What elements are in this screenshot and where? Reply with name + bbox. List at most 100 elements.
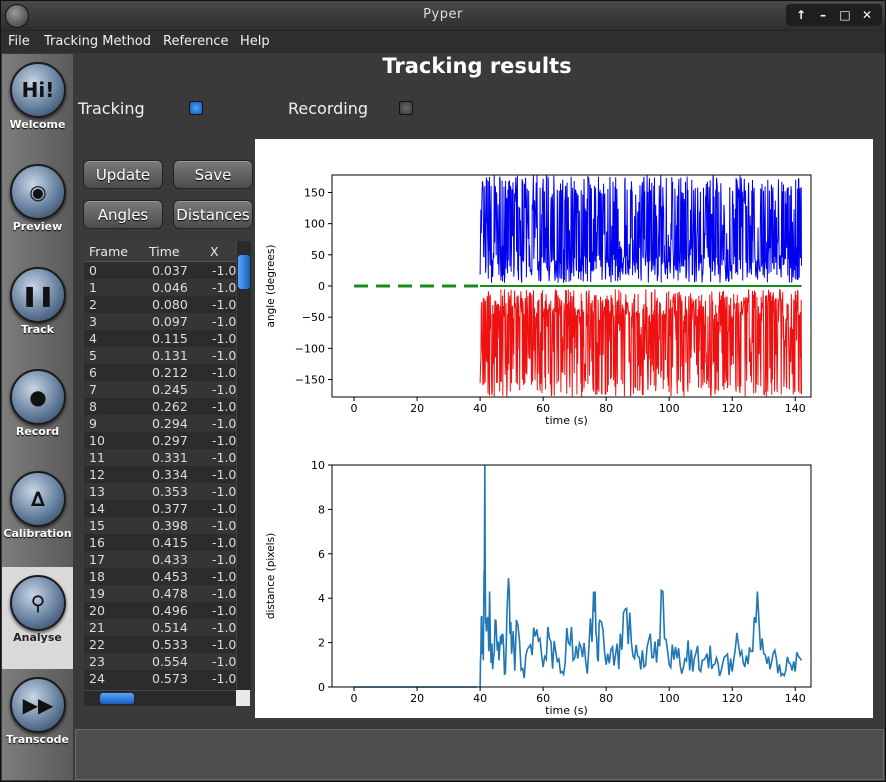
table-row[interactable]: 0 0.037 -1.0 (84, 262, 236, 279)
table-cell: 24 (89, 671, 105, 686)
table-row[interactable]: 10 0.297 -1.0 (84, 432, 236, 449)
distances-button[interactable]: Distances (173, 200, 253, 229)
recording-indicator[interactable] (399, 101, 413, 115)
minimize-icon[interactable]: – (812, 4, 834, 26)
table-cell: 0.478 (152, 586, 188, 601)
table-cell: 2 (89, 297, 97, 312)
table-cell: 0.294 (152, 416, 188, 431)
sidebar-item-track[interactable]: ❚❚ Track (2, 259, 73, 361)
table-horizontal-scrollbar[interactable] (84, 690, 236, 705)
sidebar-item-label: Preview (12, 220, 63, 233)
table-cell: 8 (89, 399, 97, 414)
table-cell: 0.297 (152, 433, 188, 448)
table-row[interactable]: 7 0.245 -1.0 (84, 381, 236, 398)
table-cell: 11 (89, 450, 105, 465)
y-axis-label: distance (pixels) (265, 533, 277, 619)
table-cell: 0.115 (152, 331, 188, 346)
table-cell: -1.0 (212, 382, 237, 397)
tracking-indicator[interactable] (189, 101, 203, 115)
y-tick-label: 0 (318, 280, 325, 293)
table-row[interactable]: 11 0.331 -1.0 (84, 449, 236, 466)
results-table[interactable]: Frame Time X 0 0.037 -1.0 1 0.046 -1.0 2 0.080 -… (84, 241, 250, 706)
close-icon[interactable]: ✕ (856, 4, 878, 26)
menu-file[interactable]: File (8, 34, 30, 49)
table-row[interactable]: 8 0.262 -1.0 (84, 398, 236, 415)
table-vertical-scrollbar[interactable] (236, 241, 251, 689)
table-row[interactable]: 6 0.212 -1.0 (84, 364, 236, 381)
column-header-time[interactable]: Time (149, 244, 180, 259)
table-cell: 12 (89, 467, 105, 482)
sidebar-item-preview[interactable]: ◉ Preview (2, 156, 73, 258)
table-row[interactable]: 3 0.097 -1.0 (84, 313, 236, 330)
table-cell: -1.0 (212, 433, 237, 448)
y-tick-label: −100 (295, 342, 325, 355)
sidebar-item-calibration[interactable]: ∆ Calibration (2, 463, 73, 565)
table-row[interactable]: 21 0.514 -1.0 (84, 619, 236, 636)
charts-svg: 0 20 40 60 80 100 120 140150100500−50−100−150ti… (265, 174, 812, 717)
table-row[interactable]: 1 0.046 -1.0 (84, 279, 236, 296)
table-cell: 0.046 (152, 280, 188, 295)
plot-canvas: 0 20 40 60 80 100 120 140 150 100 50 0 −50 −100 −150 ti… (255, 139, 873, 718)
table-cell: -1.0 (212, 518, 237, 533)
sidebar-item-welcome[interactable]: Hi! Welcome (2, 54, 73, 156)
scroll-thumb[interactable] (238, 255, 250, 289)
keep-above-icon[interactable]: ↑ (790, 4, 812, 26)
table-cell: 4 (89, 331, 97, 346)
table-cell: 0.131 (152, 348, 188, 363)
column-header-frame[interactable]: Frame (89, 244, 128, 259)
table-row[interactable]: 9 0.294 -1.0 (84, 415, 236, 432)
table-row[interactable]: 13 0.353 -1.0 (84, 483, 236, 500)
x-tick-label: 0 (351, 402, 358, 415)
sidebar-item-transcode[interactable]: ▶▶ Transcode (2, 669, 73, 771)
series-line-red (479, 288, 802, 397)
sidebar-item-record[interactable]: ● Record (2, 361, 73, 463)
table-row[interactable]: 5 0.131 -1.0 (84, 347, 236, 364)
menu-reference[interactable]: Reference (163, 34, 228, 49)
table-row[interactable]: 16 0.415 -1.0 (84, 534, 236, 551)
series-line-blue (479, 175, 802, 283)
table-row[interactable]: 24 0.573 -1.0 (84, 670, 236, 687)
y-tick-label: 150 (304, 186, 325, 199)
table-cell: 13 (89, 484, 105, 499)
x-axis-label: time (s) (545, 414, 588, 427)
y-axis-label: angle (degrees) (265, 245, 277, 328)
table-cell: 0.573 (152, 671, 188, 686)
menu-tracking-method[interactable]: Tracking Method (44, 34, 151, 49)
table-row[interactable]: 22 0.533 -1.0 (84, 636, 236, 653)
table-cell: 0.533 (152, 637, 188, 652)
update-button[interactable]: Update (83, 160, 163, 189)
table-row[interactable]: 23 0.554 -1.0 (84, 653, 236, 670)
table-cell: 20 (89, 603, 105, 618)
table-cell: 0.212 (152, 365, 188, 380)
y-tick-label: 4 (318, 592, 325, 605)
table-cell: 22 (89, 637, 105, 652)
column-header-x[interactable]: X (210, 244, 219, 259)
table-row[interactable]: 20 0.496 -1.0 (84, 602, 236, 619)
table-body: 0 0.037 -1.0 1 0.046 -1.0 2 0.080 -1.0 3 0.097 -1.0… (84, 262, 236, 687)
table-cell: -1.0 (212, 280, 237, 295)
series-line-distance (479, 465, 803, 687)
menu-help[interactable]: Help (240, 34, 270, 49)
table-row[interactable]: 17 0.433 -1.0 (84, 551, 236, 568)
table-cell: -1.0 (212, 331, 237, 346)
table-row[interactable]: 14 0.377 -1.0 (84, 500, 236, 517)
table-row[interactable]: 19 0.478 -1.0 (84, 585, 236, 602)
maximize-icon[interactable]: □ (834, 4, 856, 26)
table-row[interactable]: 15 0.398 -1.0 (84, 517, 236, 534)
transcode-icon: ▶▶ (10, 677, 66, 733)
sidebar-item-analyse[interactable]: ⚲ Analyse (2, 567, 73, 669)
y-tick-label: 2 (318, 637, 325, 650)
table-row[interactable]: 18 0.453 -1.0 (84, 568, 236, 585)
sidebar-item-label: Calibration (3, 527, 72, 540)
save-button[interactable]: Save (173, 160, 253, 189)
table-cell: -1.0 (212, 450, 237, 465)
x-tick-label: 100 (659, 402, 680, 415)
table-row[interactable]: 2 0.080 -1.0 (84, 296, 236, 313)
table-cell: 16 (89, 535, 105, 550)
table-cell: 0.262 (152, 399, 188, 414)
table-row[interactable]: 12 0.334 -1.0 (84, 466, 236, 483)
table-row[interactable]: 4 0.115 -1.0 (84, 330, 236, 347)
sidebar-item-label: Welcome (9, 118, 66, 131)
scroll-thumb[interactable] (100, 693, 134, 704)
angles-button[interactable]: Angles (83, 200, 163, 229)
